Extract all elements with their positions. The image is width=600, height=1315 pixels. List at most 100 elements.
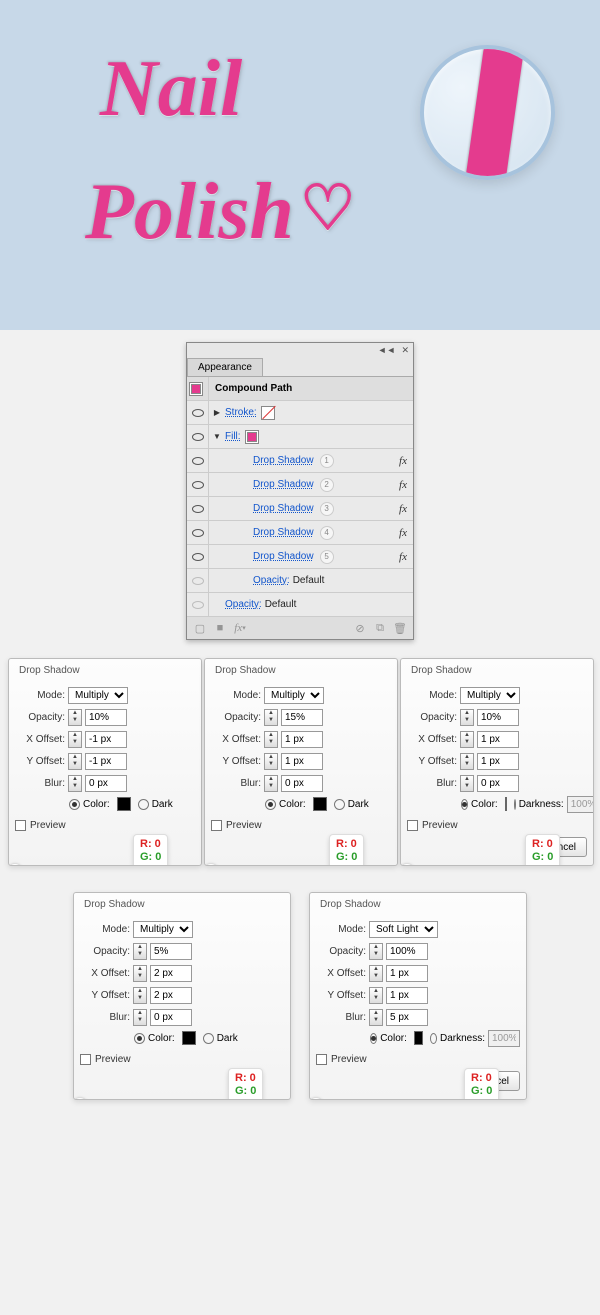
visibility-icon[interactable] — [192, 529, 204, 537]
color-swatch[interactable] — [505, 797, 507, 811]
stepper-icon[interactable]: ▲▼ — [68, 753, 82, 770]
visibility-icon[interactable] — [192, 601, 204, 609]
duplicate-icon[interactable]: ⧉ — [373, 621, 387, 635]
color-radio[interactable] — [69, 799, 80, 810]
opacity-input[interactable] — [477, 709, 519, 726]
drop-shadow-row[interactable]: Drop Shadow4fx — [187, 521, 413, 545]
blur-input[interactable] — [150, 1009, 192, 1026]
drop-shadow-row[interactable]: Drop Shadow5fx — [187, 545, 413, 569]
mode-select[interactable]: Multiply — [68, 687, 128, 704]
stepper-icon[interactable]: ▲▼ — [264, 731, 278, 748]
opacity-input[interactable] — [150, 943, 192, 960]
darkness-radio[interactable] — [138, 799, 149, 810]
disable-icon[interactable]: ⊘ — [353, 621, 367, 635]
color-swatch[interactable] — [182, 1031, 196, 1045]
panel-collapse-icon[interactable]: ◄◄ — [378, 345, 396, 356]
fx-icon[interactable]: fx — [399, 455, 407, 467]
drop-shadow-label[interactable]: Drop Shadow — [253, 551, 314, 562]
preview-checkbox[interactable] — [80, 1054, 91, 1065]
stepper-icon[interactable]: ▲▼ — [369, 943, 383, 960]
darkness-radio[interactable] — [334, 799, 345, 810]
visibility-icon[interactable] — [192, 433, 204, 441]
preview-checkbox[interactable] — [316, 1054, 327, 1065]
stepper-icon[interactable]: ▲▼ — [133, 987, 147, 1004]
mode-select[interactable]: Multiply — [264, 687, 324, 704]
fx-icon[interactable]: fx — [399, 479, 407, 491]
no-stroke-icon[interactable] — [262, 406, 274, 420]
color-swatch[interactable] — [414, 1031, 423, 1045]
stepper-icon[interactable]: ▲▼ — [460, 775, 474, 792]
visibility-icon[interactable] — [192, 481, 204, 489]
yoffset-input[interactable] — [386, 987, 428, 1004]
fx-icon[interactable]: fx — [399, 503, 407, 515]
yoffset-input[interactable] — [85, 753, 127, 770]
drop-shadow-row[interactable]: Drop Shadow1fx — [187, 449, 413, 473]
opacity-label[interactable]: Opacity: — [253, 575, 290, 586]
yoffset-input[interactable] — [281, 753, 323, 770]
darkness-radio[interactable] — [430, 1033, 437, 1044]
fill-label[interactable]: Fill: — [225, 431, 241, 442]
blur-input[interactable] — [85, 775, 127, 792]
visibility-icon[interactable] — [192, 409, 204, 417]
stepper-icon[interactable]: ▲▼ — [68, 775, 82, 792]
xoffset-input[interactable] — [477, 731, 519, 748]
opacity-input[interactable] — [85, 709, 127, 726]
drop-shadow-label[interactable]: Drop Shadow — [253, 455, 314, 466]
preview-checkbox[interactable] — [407, 820, 418, 831]
fx-icon[interactable]: fx — [399, 551, 407, 563]
clear-icon[interactable]: ■ — [213, 621, 227, 635]
preview-checkbox[interactable] — [15, 820, 26, 831]
stepper-icon[interactable]: ▲▼ — [369, 1009, 383, 1026]
darkness-radio[interactable] — [203, 1033, 214, 1044]
stepper-icon[interactable]: ▲▼ — [68, 731, 82, 748]
yoffset-input[interactable] — [477, 753, 519, 770]
visibility-icon[interactable] — [192, 577, 204, 585]
mode-select[interactable]: Multiply — [133, 921, 193, 938]
stepper-icon[interactable]: ▲▼ — [369, 987, 383, 1004]
delete-icon[interactable]: 🗑 — [393, 621, 407, 635]
drop-shadow-row[interactable]: Drop Shadow3fx — [187, 497, 413, 521]
stepper-icon[interactable]: ▲▼ — [68, 709, 82, 726]
stepper-icon[interactable]: ▲▼ — [264, 753, 278, 770]
drop-shadow-label[interactable]: Drop Shadow — [253, 479, 314, 490]
xoffset-input[interactable] — [85, 731, 127, 748]
no-selection-icon[interactable]: ▢ — [193, 621, 207, 635]
fx-icon[interactable]: fx — [399, 527, 407, 539]
mode-select[interactable]: Soft Light — [369, 921, 438, 938]
fill-opacity-row[interactable]: Opacity: Default — [187, 569, 413, 593]
yoffset-input[interactable] — [150, 987, 192, 1004]
stroke-label[interactable]: Stroke: — [225, 407, 257, 418]
object-opacity-row[interactable]: Opacity: Default — [187, 593, 413, 617]
fill-row[interactable]: ▼ Fill: — [187, 425, 413, 449]
blur-input[interactable] — [386, 1009, 428, 1026]
stepper-icon[interactable]: ▲▼ — [133, 943, 147, 960]
stepper-icon[interactable]: ▲▼ — [264, 775, 278, 792]
stroke-row[interactable]: ▶ Stroke: — [187, 401, 413, 425]
color-swatch[interactable] — [117, 797, 131, 811]
drop-shadow-row[interactable]: Drop Shadow2fx — [187, 473, 413, 497]
xoffset-input[interactable] — [150, 965, 192, 982]
fill-swatch[interactable] — [247, 432, 257, 442]
stepper-icon[interactable]: ▲▼ — [369, 965, 383, 982]
blur-input[interactable] — [477, 775, 519, 792]
fx-menu-icon[interactable]: fx▾ — [233, 621, 247, 635]
visibility-icon[interactable] — [192, 553, 204, 561]
visibility-icon[interactable] — [192, 505, 204, 513]
xoffset-input[interactable] — [386, 965, 428, 982]
visibility-icon[interactable] — [192, 457, 204, 465]
preview-checkbox[interactable] — [211, 820, 222, 831]
color-radio[interactable] — [265, 799, 276, 810]
color-radio[interactable] — [370, 1033, 377, 1044]
stepper-icon[interactable]: ▲▼ — [133, 1009, 147, 1026]
opacity-input[interactable] — [386, 943, 428, 960]
darkness-radio[interactable] — [514, 799, 516, 810]
xoffset-input[interactable] — [281, 731, 323, 748]
stepper-icon[interactable]: ▲▼ — [460, 753, 474, 770]
color-swatch[interactable] — [313, 797, 327, 811]
drop-shadow-label[interactable]: Drop Shadow — [253, 527, 314, 538]
appearance-tab[interactable]: Appearance — [187, 358, 263, 376]
opacity-input[interactable] — [281, 709, 323, 726]
mode-select[interactable]: Multiply — [460, 687, 520, 704]
stepper-icon[interactable]: ▲▼ — [264, 709, 278, 726]
color-radio[interactable] — [461, 799, 468, 810]
